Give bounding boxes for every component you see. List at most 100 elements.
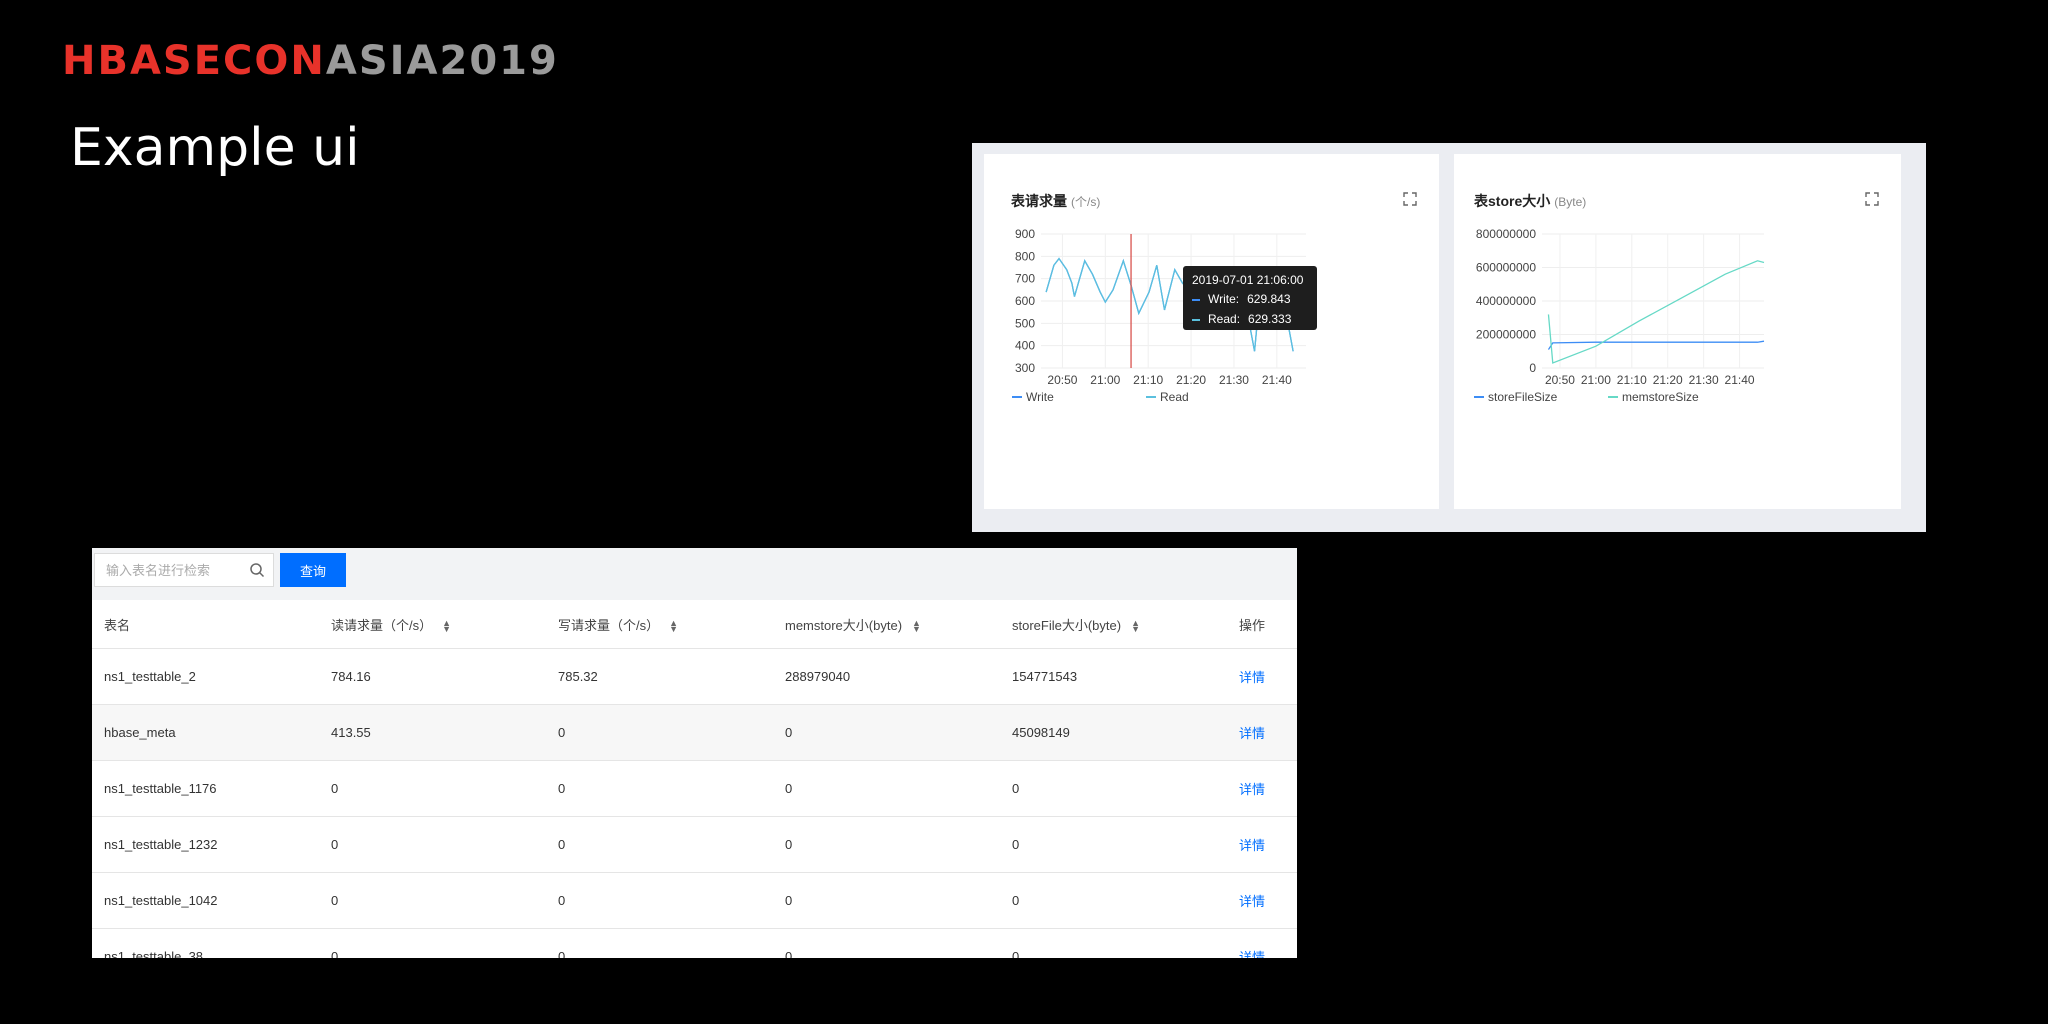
- table-cell: 45098149: [1000, 704, 1227, 761]
- header-label: 表名: [104, 617, 131, 633]
- header-label: 写请求量（个/s）: [558, 617, 660, 633]
- table-panel: 查询 表名 读请求量（个/s） ▲▼ 写请求量（个/s） ▲▼ memstore大小…: [92, 548, 1297, 958]
- table-cell: 0: [773, 760, 1000, 817]
- table-header-row: 表名 读请求量（个/s） ▲ ▼ 写请求量（个/s） ▲ ▼ memstore大小(by…: [92, 600, 1297, 649]
- header-storefile-size[interactable]: storeFile大小(byte) ▲ ▼: [1000, 600, 1227, 649]
- table-cell: 0: [773, 816, 1000, 873]
- table-cell: 0: [319, 928, 546, 958]
- x-tick-label: 20:50: [1545, 373, 1575, 387]
- table-cell: 0: [1000, 928, 1227, 958]
- y-tick-label: 300: [1015, 361, 1035, 375]
- slide-title: Example ui: [70, 118, 360, 178]
- detail-link[interactable]: 详情: [1227, 760, 1297, 817]
- search-input[interactable]: [104, 554, 248, 586]
- table-cell: 0: [773, 704, 1000, 761]
- detail-link[interactable]: 详情: [1227, 648, 1297, 705]
- header-label: memstore大小(byte): [785, 617, 903, 633]
- header-label: storeFile大小(byte): [1012, 617, 1122, 633]
- table-cell: 413.55: [319, 704, 546, 761]
- detail-link[interactable]: 详情: [1227, 872, 1297, 929]
- table-row: ns1_testtable_1176 0 0 0 0 详情: [92, 760, 1297, 817]
- table-row: ns1_testtable_1042 0 0 0 0 详情: [92, 872, 1297, 929]
- header-table-name: 表名: [92, 600, 319, 649]
- query-button[interactable]: 查询: [280, 553, 346, 587]
- x-tick-label: 21:40: [1725, 373, 1755, 387]
- tooltip-write-value: 629.843: [1247, 292, 1291, 306]
- tooltip-write-label: Write:: [1208, 292, 1240, 306]
- search-box: [94, 553, 274, 587]
- legend-label: Read: [1160, 390, 1189, 404]
- tooltip-write-row: Write: 629.843: [1192, 292, 1291, 306]
- store-card-title: 表store大小 (Byte): [1474, 191, 1586, 211]
- table-cell: 0: [1000, 760, 1227, 817]
- dashboard-panel: 表请求量 (个/s) 900 800 700 600 500 400 300 20:50 21:0…: [972, 143, 1926, 532]
- store-card: 表store大小 (Byte) 800000000 600000000 4000000…: [1454, 154, 1901, 509]
- y-tick-label: 400000000: [1476, 294, 1536, 308]
- table-cell: 784.16: [319, 648, 546, 705]
- table-row: ns1_testtable_1232 0 0 0 0 详情: [92, 816, 1297, 873]
- y-tick-label: 900: [1015, 227, 1035, 241]
- y-tick-label: 600000000: [1476, 261, 1536, 275]
- x-tick-label: 21:30: [1689, 373, 1719, 387]
- header-write-requests[interactable]: 写请求量（个/s） ▲ ▼: [546, 600, 773, 649]
- tables-list: 表名 读请求量（个/s） ▲ ▼ 写请求量（个/s） ▲ ▼ memstore大小(by…: [92, 600, 1297, 958]
- table-cell: 0: [773, 928, 1000, 958]
- table-cell: 0: [546, 704, 773, 761]
- table-cell: 154771543: [1000, 648, 1227, 705]
- header-memstore-size[interactable]: memstore大小(byte) ▲ ▼: [773, 600, 1000, 649]
- y-tick-label: 800: [1015, 249, 1035, 263]
- requests-title-unit: (个/s): [1071, 195, 1101, 209]
- detail-link[interactable]: 详情: [1227, 816, 1297, 873]
- table-cell: 0: [773, 872, 1000, 929]
- table-body: ns1_testtable_2 784.16 785.32 288979040 1547…: [92, 648, 1297, 958]
- table-cell: 0: [1000, 816, 1227, 873]
- series-line-storeFileSize: [1547, 340, 1765, 350]
- x-tick-label: 21:00: [1581, 373, 1611, 387]
- tooltip-read-label: Read:: [1208, 312, 1241, 326]
- logo-hbasecon: HBASECON: [62, 38, 326, 84]
- y-tick-label: 500: [1015, 316, 1035, 330]
- x-tick-label: 21:10: [1133, 373, 1163, 387]
- table-cell: 288979040: [773, 648, 1000, 705]
- detail-link[interactable]: 详情: [1227, 704, 1297, 761]
- table-row: ns1_testtable_2 784.16 785.32 288979040 1547…: [92, 648, 1297, 705]
- y-tick-label: 600: [1015, 294, 1035, 308]
- logo-asia2019: ASIA2019: [325, 38, 559, 84]
- tooltip-read-value: 629.333: [1248, 312, 1292, 326]
- table-cell: 0: [319, 816, 546, 873]
- x-tick-label: 21:10: [1617, 373, 1647, 387]
- expand-icon[interactable]: [1865, 192, 1879, 206]
- requests-chart: 900 800 700 600 500 400 300 20:50 21:00 21:10 21:2…: [1012, 227, 1306, 404]
- table-cell: 0: [546, 928, 773, 958]
- header-read-requests[interactable]: 读请求量（个/s） ▲ ▼: [319, 600, 546, 649]
- store-title-unit: (Byte): [1554, 195, 1587, 209]
- sort-icon[interactable]: ▲ ▼: [1131, 619, 1140, 634]
- table-row: ns1_testtable_38 0 0 0 0 详情: [92, 928, 1297, 958]
- expand-icon[interactable]: [1403, 192, 1417, 206]
- x-tick-label: 21:20: [1176, 373, 1206, 387]
- table-cell: 0: [319, 760, 546, 817]
- tooltip-read-row: Read: 629.333: [1192, 312, 1291, 326]
- table-cell: ns1_testtable_1176: [92, 760, 319, 817]
- detail-link[interactable]: 详情: [1227, 928, 1297, 958]
- sort-icon[interactable]: ▲ ▼: [912, 619, 921, 634]
- x-tick-label: 21:30: [1219, 373, 1249, 387]
- table-cell: 0: [1000, 872, 1227, 929]
- table-cell: ns1_testtable_1042: [92, 872, 319, 929]
- table-cell: 785.32: [546, 648, 773, 705]
- store-chart: 800000000 600000000 400000000 200000000 0 20:…: [1474, 227, 1765, 404]
- tooltip-time: 2019-07-01 21:06:00: [1192, 273, 1304, 287]
- table-cell: ns1_testtable_38: [92, 928, 319, 958]
- y-tick-label: 800000000: [1476, 227, 1536, 241]
- requests-card-title: 表请求量 (个/s): [1011, 191, 1100, 211]
- y-tick-label: 700: [1015, 272, 1035, 286]
- legend-label: Write: [1026, 390, 1054, 404]
- sort-icon[interactable]: ▲ ▼: [669, 619, 678, 634]
- y-tick-label: 0: [1529, 361, 1536, 375]
- x-tick-label: 21:20: [1653, 373, 1683, 387]
- table-cell: 0: [319, 872, 546, 929]
- read-swatch: [1192, 318, 1200, 321]
- table-cell: hbase_meta: [92, 704, 319, 761]
- search-icon[interactable]: [249, 562, 265, 578]
- sort-icon[interactable]: ▲ ▼: [442, 619, 451, 634]
